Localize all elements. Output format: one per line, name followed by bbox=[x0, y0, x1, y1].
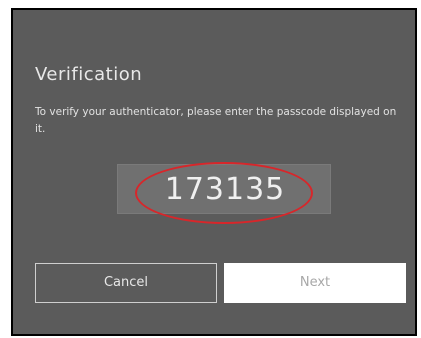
next-button[interactable]: Next bbox=[224, 263, 406, 303]
screenshot-frame: Verification To verify your authenticato… bbox=[11, 8, 417, 336]
cancel-button[interactable]: Cancel bbox=[35, 263, 217, 303]
dialog-description: To verify your authenticator, please ent… bbox=[35, 106, 397, 135]
passcode-display: 173135 bbox=[117, 164, 331, 214]
verification-dialog: Verification To verify your authenticato… bbox=[13, 10, 415, 334]
dialog-title: Verification bbox=[35, 64, 143, 85]
passcode-value: 173135 bbox=[164, 172, 286, 207]
